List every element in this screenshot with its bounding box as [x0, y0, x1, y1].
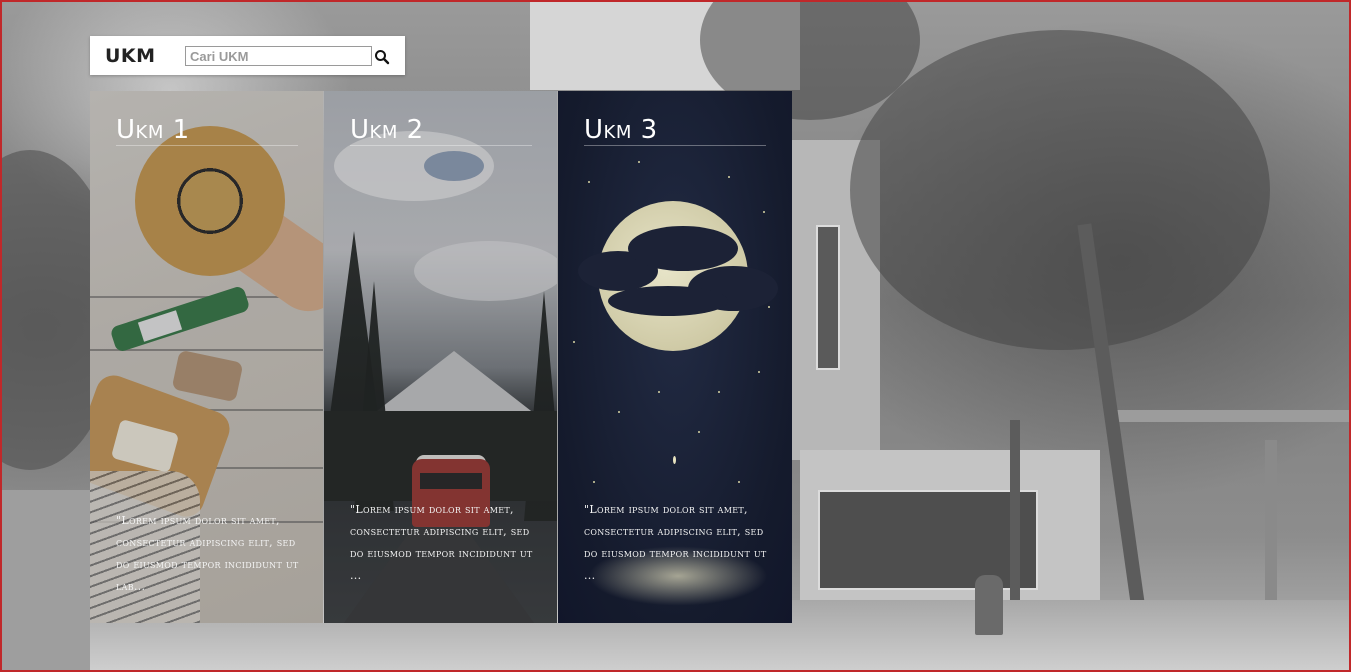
card-title: Ukm 1 [116, 115, 190, 145]
search-input[interactable] [185, 46, 372, 66]
title-divider [116, 145, 298, 146]
ukm-card-1[interactable]: Ukm 1 "Lorem ipsum dolor sit amet, conse… [90, 91, 324, 623]
card-title: Ukm 2 [350, 115, 424, 145]
title-divider [584, 145, 766, 146]
card-description: "Lorem ipsum dolor sit amet, consectetur… [584, 503, 767, 582]
site-logo[interactable]: UKM [105, 45, 156, 67]
ukm-card-list: Ukm 1 "Lorem ipsum dolor sit amet, conse… [90, 91, 792, 623]
person-figure [975, 575, 1003, 635]
canopy [1110, 410, 1351, 422]
building-window [816, 225, 840, 370]
title-divider [350, 145, 532, 146]
header-bar: UKM [90, 36, 405, 75]
ukm-card-3[interactable]: Ukm 3 "Lorem ipsum dolor sit amet, conse… [558, 91, 792, 623]
ukm-card-2[interactable]: Ukm 2 "Lorem ipsum dolor sit amet, conse… [324, 91, 558, 623]
building-glass [818, 490, 1038, 590]
card-description: "Lorem ipsum dolor sit amet, consectetur… [350, 503, 533, 582]
wall-left [0, 490, 90, 670]
tree-canopy [850, 30, 1270, 350]
search-icon[interactable] [374, 49, 390, 65]
card-description: "Lorem ipsum dolor sit amet, consectetur… [116, 514, 299, 593]
card-title: Ukm 3 [584, 115, 658, 145]
